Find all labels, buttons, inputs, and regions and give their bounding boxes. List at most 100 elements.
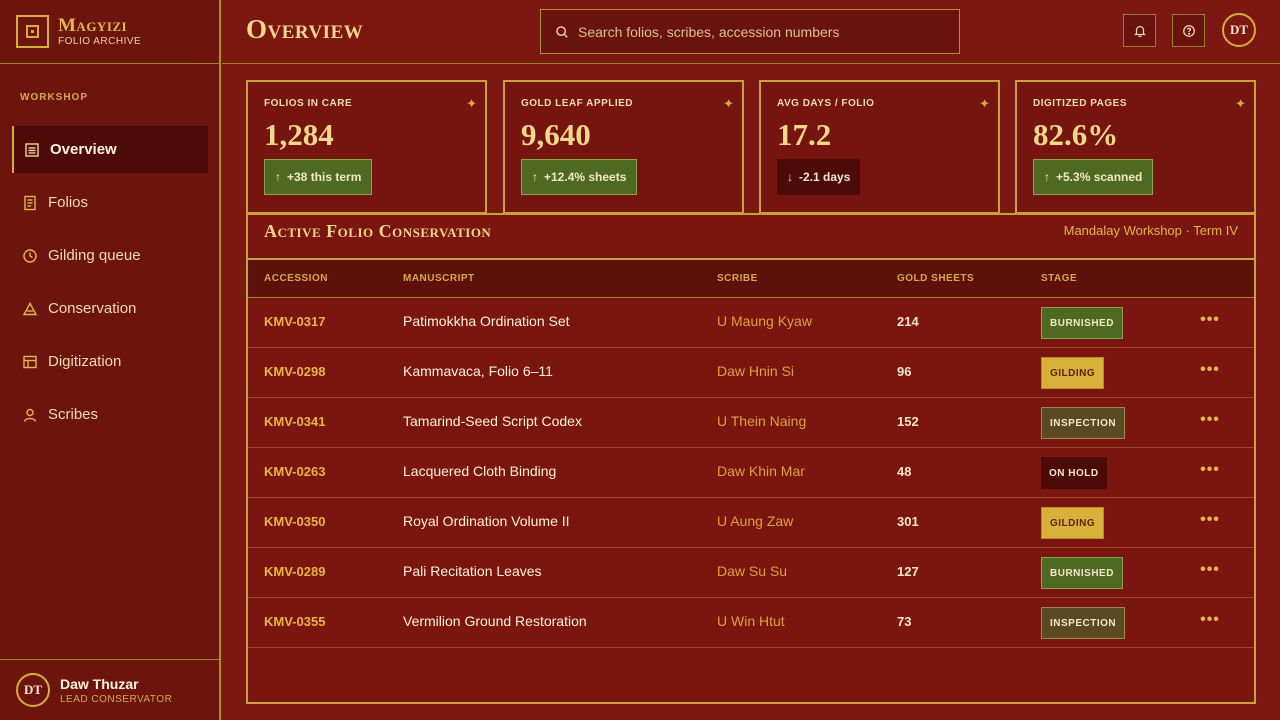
more-options-icon[interactable]: ••• <box>1200 310 1220 330</box>
accession-link[interactable]: KMV-0298 <box>264 364 325 379</box>
page-title: Overview <box>246 14 364 44</box>
sidebar-item-folios[interactable]: Folios <box>12 179 208 226</box>
more-options-icon[interactable]: ••• <box>1200 460 1220 480</box>
accession-link[interactable]: KMV-0289 <box>264 564 325 579</box>
stat-delta: +5.3% scanned <box>1056 170 1143 184</box>
header-avatar[interactable]: DT <box>1222 13 1256 47</box>
sidebar-item-label: Folios <box>48 194 89 211</box>
stat-delta: -2.1 days <box>799 170 851 184</box>
column-header-gold-sheets[interactable]: GOLD SHEETS <box>897 273 974 284</box>
accession-link[interactable]: KMV-0355 <box>264 614 325 629</box>
stat-delta: +12.4% sheets <box>544 170 627 184</box>
accession-link[interactable]: KMV-0317 <box>264 314 325 329</box>
stat-value: 1,284 <box>264 117 334 152</box>
help-icon <box>1182 24 1195 37</box>
sidebar-section-label: WORKSHOP <box>20 92 88 103</box>
more-options-icon[interactable]: ••• <box>1200 360 1220 380</box>
sidebar-item-label: Digitization <box>48 353 122 370</box>
stage-badge: GILDING <box>1041 357 1105 389</box>
accession-link[interactable]: KMV-0341 <box>264 414 325 429</box>
more-options-icon[interactable]: ••• <box>1200 510 1220 530</box>
stat-value: 82.6% <box>1033 117 1119 152</box>
accession-link[interactable]: KMV-0350 <box>264 514 325 529</box>
scribe-link[interactable]: Daw Su Su <box>717 563 787 579</box>
table-row[interactable]: KMV-0317 Patimokkha Ordination Set U Maung… <box>248 298 1254 348</box>
search-input[interactable] <box>578 23 948 40</box>
arrow-up-icon: ↑ <box>275 170 281 184</box>
scribe-link[interactable]: U Thein Naing <box>717 413 806 429</box>
table-row[interactable]: KMV-0341 Tamarind-Seed Script Codex U Thei… <box>248 398 1254 448</box>
person-icon <box>22 407 38 423</box>
stat-label: GOLD LEAF APPLIED <box>521 98 634 109</box>
header: Overview DT <box>222 0 1280 64</box>
accession-link[interactable]: KMV-0263 <box>264 464 325 479</box>
sidebar-item-gilding-queue[interactable]: Gilding queue <box>12 232 208 279</box>
profile-role: LEAD CONSERVATOR <box>60 693 173 705</box>
sidebar-item-scribes[interactable]: Scribes <box>12 391 208 438</box>
brand[interactable]: Magyizi FOLIO ARCHIVE <box>0 0 219 64</box>
gold-sheets-count: 214 <box>897 314 919 329</box>
gold-sheets-count: 301 <box>897 514 919 529</box>
arrow-down-icon: ↓ <box>787 170 793 184</box>
manuscript-name: Tamarind-Seed Script Codex <box>403 413 582 429</box>
gold-sheets-count: 73 <box>897 614 912 629</box>
manuscript-name: Lacquered Cloth Binding <box>403 463 557 479</box>
manuscript-name: Royal Ordination Volume II <box>403 513 570 529</box>
stat-value: 9,640 <box>521 117 591 152</box>
gold-sheets-count: 152 <box>897 414 919 429</box>
table-row[interactable]: KMV-0263 Lacquered Cloth Binding Daw Khin … <box>248 448 1254 498</box>
sparkle-icon: ✦ <box>979 96 990 111</box>
column-header-scribe[interactable]: SCRIBE <box>717 273 758 284</box>
sidebar-item-label: Scribes <box>48 406 99 423</box>
bell-icon <box>1133 25 1146 37</box>
arrow-up-icon: ↑ <box>1044 170 1050 184</box>
table-header: ACCESSION MANUSCRIPT SCRIBE GOLD SHEETS … <box>248 258 1254 298</box>
table-row[interactable]: KMV-0298 Kammavaca, Folio 6–11 Daw Hnin Si… <box>248 348 1254 398</box>
table-row[interactable]: KMV-0289 Pali Recitation Leaves Daw Su Su 1… <box>248 548 1254 598</box>
search-bar[interactable] <box>540 9 960 54</box>
stage-badge: GILDING <box>1041 507 1105 539</box>
profile-name: Daw Thuzar <box>60 675 139 692</box>
more-options-icon[interactable]: ••• <box>1200 410 1220 430</box>
table-row[interactable]: KMV-0350 Royal Ordination Volume II U Aung… <box>248 498 1254 548</box>
sidebar-item-label: Conservation <box>48 300 137 317</box>
overview-icon <box>24 142 40 158</box>
more-options-icon[interactable]: ••• <box>1200 610 1220 630</box>
stat-card-avg-days: AVG DAYS / FOLIO ✦ 17.2 ↓ -2.1 days <box>759 80 1000 214</box>
conservation-table-panel: Active Folio Conservation Mandalay Works… <box>246 213 1256 704</box>
grid-icon <box>22 354 38 370</box>
scribe-link[interactable]: U Maung Kyaw <box>717 313 812 329</box>
gold-sheets-count: 96 <box>897 364 912 379</box>
stat-card-folios: FOLIOS IN CARE ✦ 1,284 ↑ +38 this term <box>246 80 487 214</box>
sidebar-item-conservation[interactable]: Conservation <box>12 285 208 332</box>
brand-subtitle: FOLIO ARCHIVE <box>58 36 142 47</box>
scribe-link[interactable]: U Aung Zaw <box>717 513 793 529</box>
avatar: DT <box>16 673 50 707</box>
column-header-manuscript[interactable]: MANUSCRIPT <box>403 273 475 284</box>
arrow-up-icon: ↑ <box>532 170 538 184</box>
column-header-accession[interactable]: ACCESSION <box>264 273 328 284</box>
help-button[interactable] <box>1172 14 1205 47</box>
stage-badge: BURNISHED <box>1041 307 1123 339</box>
stage-badge: INSPECTION <box>1041 607 1126 639</box>
more-options-icon[interactable]: ••• <box>1200 560 1220 580</box>
sidebar-nav: Overview Folios Gilding queue Conservati… <box>12 126 208 444</box>
stat-delta-badge: ↑ +5.3% scanned <box>1033 159 1154 195</box>
sparkle-icon: ✦ <box>723 96 734 111</box>
notifications-button[interactable] <box>1123 14 1156 47</box>
scribe-link[interactable]: Daw Khin Mar <box>717 463 805 479</box>
sidebar-item-overview[interactable]: Overview <box>12 126 208 173</box>
panel-meta: Mandalay Workshop · Term IV <box>1063 223 1238 238</box>
sidebar-item-digitization[interactable]: Digitization <box>12 338 208 385</box>
sidebar-item-label: Overview <box>50 141 117 158</box>
stage-badge: BURNISHED <box>1041 557 1123 589</box>
scribe-link[interactable]: U Win Htut <box>717 613 785 629</box>
table-row[interactable]: KMV-0355 Vermilion Ground Restoration U Wi… <box>248 598 1254 648</box>
user-profile[interactable]: DT Daw Thuzar LEAD CONSERVATOR <box>0 659 219 720</box>
column-header-stage[interactable]: STAGE <box>1041 273 1077 284</box>
sidebar-item-label: Gilding queue <box>48 247 141 264</box>
sparkle-icon: ✦ <box>1235 96 1246 111</box>
scribe-link[interactable]: Daw Hnin Si <box>717 363 794 379</box>
stat-delta-badge: ↓ -2.1 days <box>777 159 861 195</box>
stat-label: DIGITIZED PAGES <box>1033 98 1127 109</box>
